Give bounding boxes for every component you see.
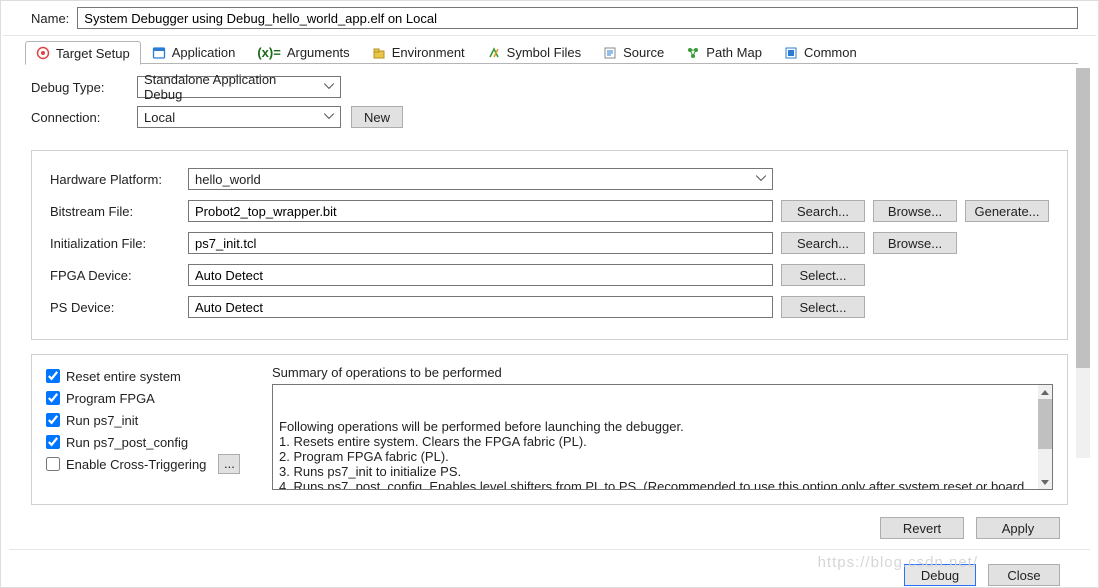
summary-scrollbar[interactable]: [1038, 385, 1052, 489]
options-column: Reset entire system Program FPGA Run ps7…: [46, 365, 256, 490]
ps7post-label: Run ps7_post_config: [66, 435, 188, 450]
button-label: Debug: [921, 568, 959, 583]
chevron-down-icon: [324, 113, 334, 119]
cross-trigger-checkbox[interactable]: [46, 457, 60, 471]
summary-text: Following operations will be performed b…: [279, 419, 1046, 490]
tab-source[interactable]: Source: [592, 40, 675, 64]
tab-label: Arguments: [287, 45, 350, 60]
common-icon: [784, 46, 798, 60]
init-file-label: Initialization File:: [50, 236, 180, 251]
cross-trigger-label: Enable Cross-Triggering: [66, 457, 206, 472]
target-icon: [36, 46, 50, 60]
tab-label: Environment: [392, 45, 465, 60]
button-label: Search...: [797, 204, 849, 219]
button-label: Search...: [797, 236, 849, 251]
tab-arguments[interactable]: (x)= Arguments: [246, 40, 360, 64]
reset-label: Reset entire system: [66, 369, 181, 384]
bitstream-input[interactable]: [188, 200, 773, 222]
ps7post-checkbox[interactable]: [46, 435, 60, 449]
panel-scrollbar-thumb[interactable]: [1076, 68, 1090, 368]
env-icon: [372, 46, 386, 60]
program-fpga-checkbox[interactable]: [46, 391, 60, 405]
init-browse-button[interactable]: Browse...: [873, 232, 957, 254]
button-label: Revert: [903, 521, 941, 536]
revert-button[interactable]: Revert: [880, 517, 964, 539]
close-button[interactable]: Close: [988, 564, 1060, 586]
tab-label: Common: [804, 45, 857, 60]
scroll-up-icon[interactable]: [1038, 385, 1052, 399]
connection-label: Connection:: [31, 110, 127, 125]
tab-symbol-files[interactable]: Symbol Files: [476, 40, 592, 64]
button-label: New: [364, 110, 390, 125]
init-search-button[interactable]: Search...: [781, 232, 865, 254]
tab-path-map[interactable]: Path Map: [675, 40, 773, 64]
debug-type-label: Debug Type:: [31, 80, 127, 95]
tab-label: Symbol Files: [507, 45, 581, 60]
name-label: Name:: [31, 11, 69, 26]
tab-label: Source: [623, 45, 664, 60]
hw-platform-value: hello_world: [195, 172, 261, 187]
tab-environment[interactable]: Environment: [361, 40, 476, 64]
button-label: Select...: [800, 300, 847, 315]
tab-target-setup[interactable]: Target Setup: [25, 41, 141, 65]
button-label: Close: [1007, 568, 1040, 583]
app-icon: [152, 46, 166, 60]
tabs-bar: Target Setup Application (x)= Arguments …: [3, 36, 1096, 64]
button-label: Select...: [800, 268, 847, 283]
source-icon: [603, 46, 617, 60]
tab-label: Path Map: [706, 45, 762, 60]
connection-select[interactable]: Local: [137, 106, 341, 128]
fpga-device-label: FPGA Device:: [50, 268, 180, 283]
tab-label: Target Setup: [56, 46, 130, 61]
debug-button[interactable]: Debug: [904, 564, 976, 586]
button-label: Generate...: [974, 204, 1039, 219]
panel-scrollbar[interactable]: [1076, 68, 1090, 458]
button-label: Browse...: [888, 236, 942, 251]
chevron-down-icon: [756, 175, 766, 181]
new-connection-button[interactable]: New: [351, 106, 403, 128]
bitstream-search-button[interactable]: Search...: [781, 200, 865, 222]
pathmap-icon: [686, 46, 700, 60]
hardware-group: Hardware Platform: hello_world Bitstream…: [31, 150, 1068, 340]
tab-common[interactable]: Common: [773, 40, 868, 64]
summary-scrollbar-thumb[interactable]: [1038, 399, 1052, 449]
debug-type-value: Standalone Application Debug: [144, 72, 318, 102]
init-file-input[interactable]: [188, 232, 773, 254]
ps7init-checkbox[interactable]: [46, 413, 60, 427]
connection-value: Local: [144, 110, 175, 125]
fpga-select-button[interactable]: Select...: [781, 264, 865, 286]
hw-platform-label: Hardware Platform:: [50, 172, 180, 187]
scroll-down-icon[interactable]: [1038, 475, 1052, 489]
tab-application[interactable]: Application: [141, 40, 247, 64]
args-icon: (x)=: [257, 45, 280, 60]
debug-type-select[interactable]: Standalone Application Debug: [137, 76, 341, 98]
ps-select-button[interactable]: Select...: [781, 296, 865, 318]
reset-checkbox[interactable]: [46, 369, 60, 383]
tab-label: Application: [172, 45, 236, 60]
ps7init-label: Run ps7_init: [66, 413, 138, 428]
apply-button[interactable]: Apply: [976, 517, 1060, 539]
ps-device-label: PS Device:: [50, 300, 180, 315]
bitstream-browse-button[interactable]: Browse...: [873, 200, 957, 222]
chevron-down-icon: [324, 83, 334, 89]
bitstream-label: Bitstream File:: [50, 204, 180, 219]
summary-title: Summary of operations to be performed: [272, 365, 1053, 380]
summary-textarea[interactable]: Following operations will be performed b…: [272, 384, 1053, 490]
program-fpga-label: Program FPGA: [66, 391, 155, 406]
hw-platform-select[interactable]: hello_world: [188, 168, 773, 190]
cross-trigger-more-button[interactable]: ...: [218, 454, 240, 474]
fpga-device-input[interactable]: [188, 264, 773, 286]
button-label: Browse...: [888, 204, 942, 219]
bitstream-generate-button[interactable]: Generate...: [965, 200, 1049, 222]
name-input[interactable]: [77, 7, 1078, 29]
ps-device-input[interactable]: [188, 296, 773, 318]
button-label: Apply: [1002, 521, 1035, 536]
symbols-icon: [487, 46, 501, 60]
